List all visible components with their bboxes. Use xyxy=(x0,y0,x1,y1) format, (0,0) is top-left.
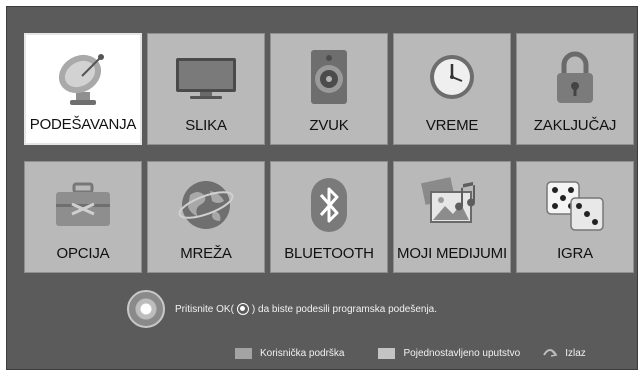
hint-text-end: ) da biste podesili programska podešenja… xyxy=(251,303,438,315)
tile-bluetooth[interactable]: BLUETOOTH xyxy=(270,161,388,273)
speaker-icon xyxy=(294,46,364,108)
toolbox-icon xyxy=(48,174,118,236)
menu-grid: PODEŠAVANJA SLIKA ZVUK VREME ZAKLJUČAJ O… xyxy=(24,33,636,273)
bluetooth-icon xyxy=(294,174,364,236)
tile-moji-medijumi[interactable]: MOJI MEDIJUMI xyxy=(393,161,511,273)
tile-label: MREŽA xyxy=(180,245,232,262)
tile-label: SLIKA xyxy=(185,117,227,134)
light-key-icon xyxy=(378,348,396,359)
exit-button[interactable]: Izlaz xyxy=(542,347,586,360)
tile-label: VREME xyxy=(425,117,479,134)
tile-label: PODEŠAVANJA xyxy=(29,116,137,133)
clock-icon xyxy=(417,46,487,108)
tile-label: ZVUK xyxy=(309,117,349,134)
gray-key-icon xyxy=(235,348,252,359)
smart-menu-screen: PODEŠAVANJA SLIKA ZVUK VREME ZAKLJUČAJ O… xyxy=(6,6,638,370)
tile-vreme[interactable]: VREME xyxy=(393,33,511,145)
exit-icon xyxy=(542,347,558,360)
tile-opcija[interactable]: OPCIJA xyxy=(24,161,142,273)
tv-screen-icon xyxy=(171,46,241,108)
tile-zvuk[interactable]: ZVUK xyxy=(270,33,388,145)
tile-label: IGRA xyxy=(557,245,593,262)
tile-zakljucaj[interactable]: ZAKLJUČAJ xyxy=(516,33,634,145)
tile-slika[interactable]: SLIKA xyxy=(147,33,265,145)
hint-text-start: Pritisnite OK( xyxy=(175,303,234,315)
ok-wheel-icon xyxy=(127,290,165,328)
footer-bar: Korisnička podrška Pojednostavljeno uput… xyxy=(235,347,586,360)
tile-label: MOJI MEDIJUMI xyxy=(397,245,507,262)
exit-label: Izlaz xyxy=(565,348,586,359)
ok-button-icon xyxy=(236,303,249,315)
quick-guide-button[interactable]: Pojednostavljeno uputstvo xyxy=(378,348,520,359)
tile-mreza[interactable]: MREŽA xyxy=(147,161,265,273)
tile-label: ZAKLJUČAJ xyxy=(533,117,617,134)
media-photos-icon xyxy=(417,174,487,236)
support-label: Korisnička podrška xyxy=(260,348,345,359)
hint-text: Pritisnite OK( ) da biste podesili progr… xyxy=(175,303,437,315)
padlock-icon xyxy=(540,46,610,108)
globe-icon xyxy=(171,174,241,236)
tile-label: BLUETOOTH xyxy=(284,245,374,262)
tile-podesavanja[interactable]: PODEŠAVANJA xyxy=(24,33,142,145)
guide-label: Pojednostavljeno uputstvo xyxy=(403,348,521,359)
support-button[interactable]: Korisnička podrška xyxy=(235,348,344,359)
dice-icon xyxy=(540,174,610,236)
satellite-dish-icon xyxy=(48,47,118,109)
tile-igra[interactable]: IGRA xyxy=(516,161,634,273)
tile-label: OPCIJA xyxy=(56,245,110,262)
ok-hint: Pritisnite OK( ) da biste podesili progr… xyxy=(127,290,437,328)
